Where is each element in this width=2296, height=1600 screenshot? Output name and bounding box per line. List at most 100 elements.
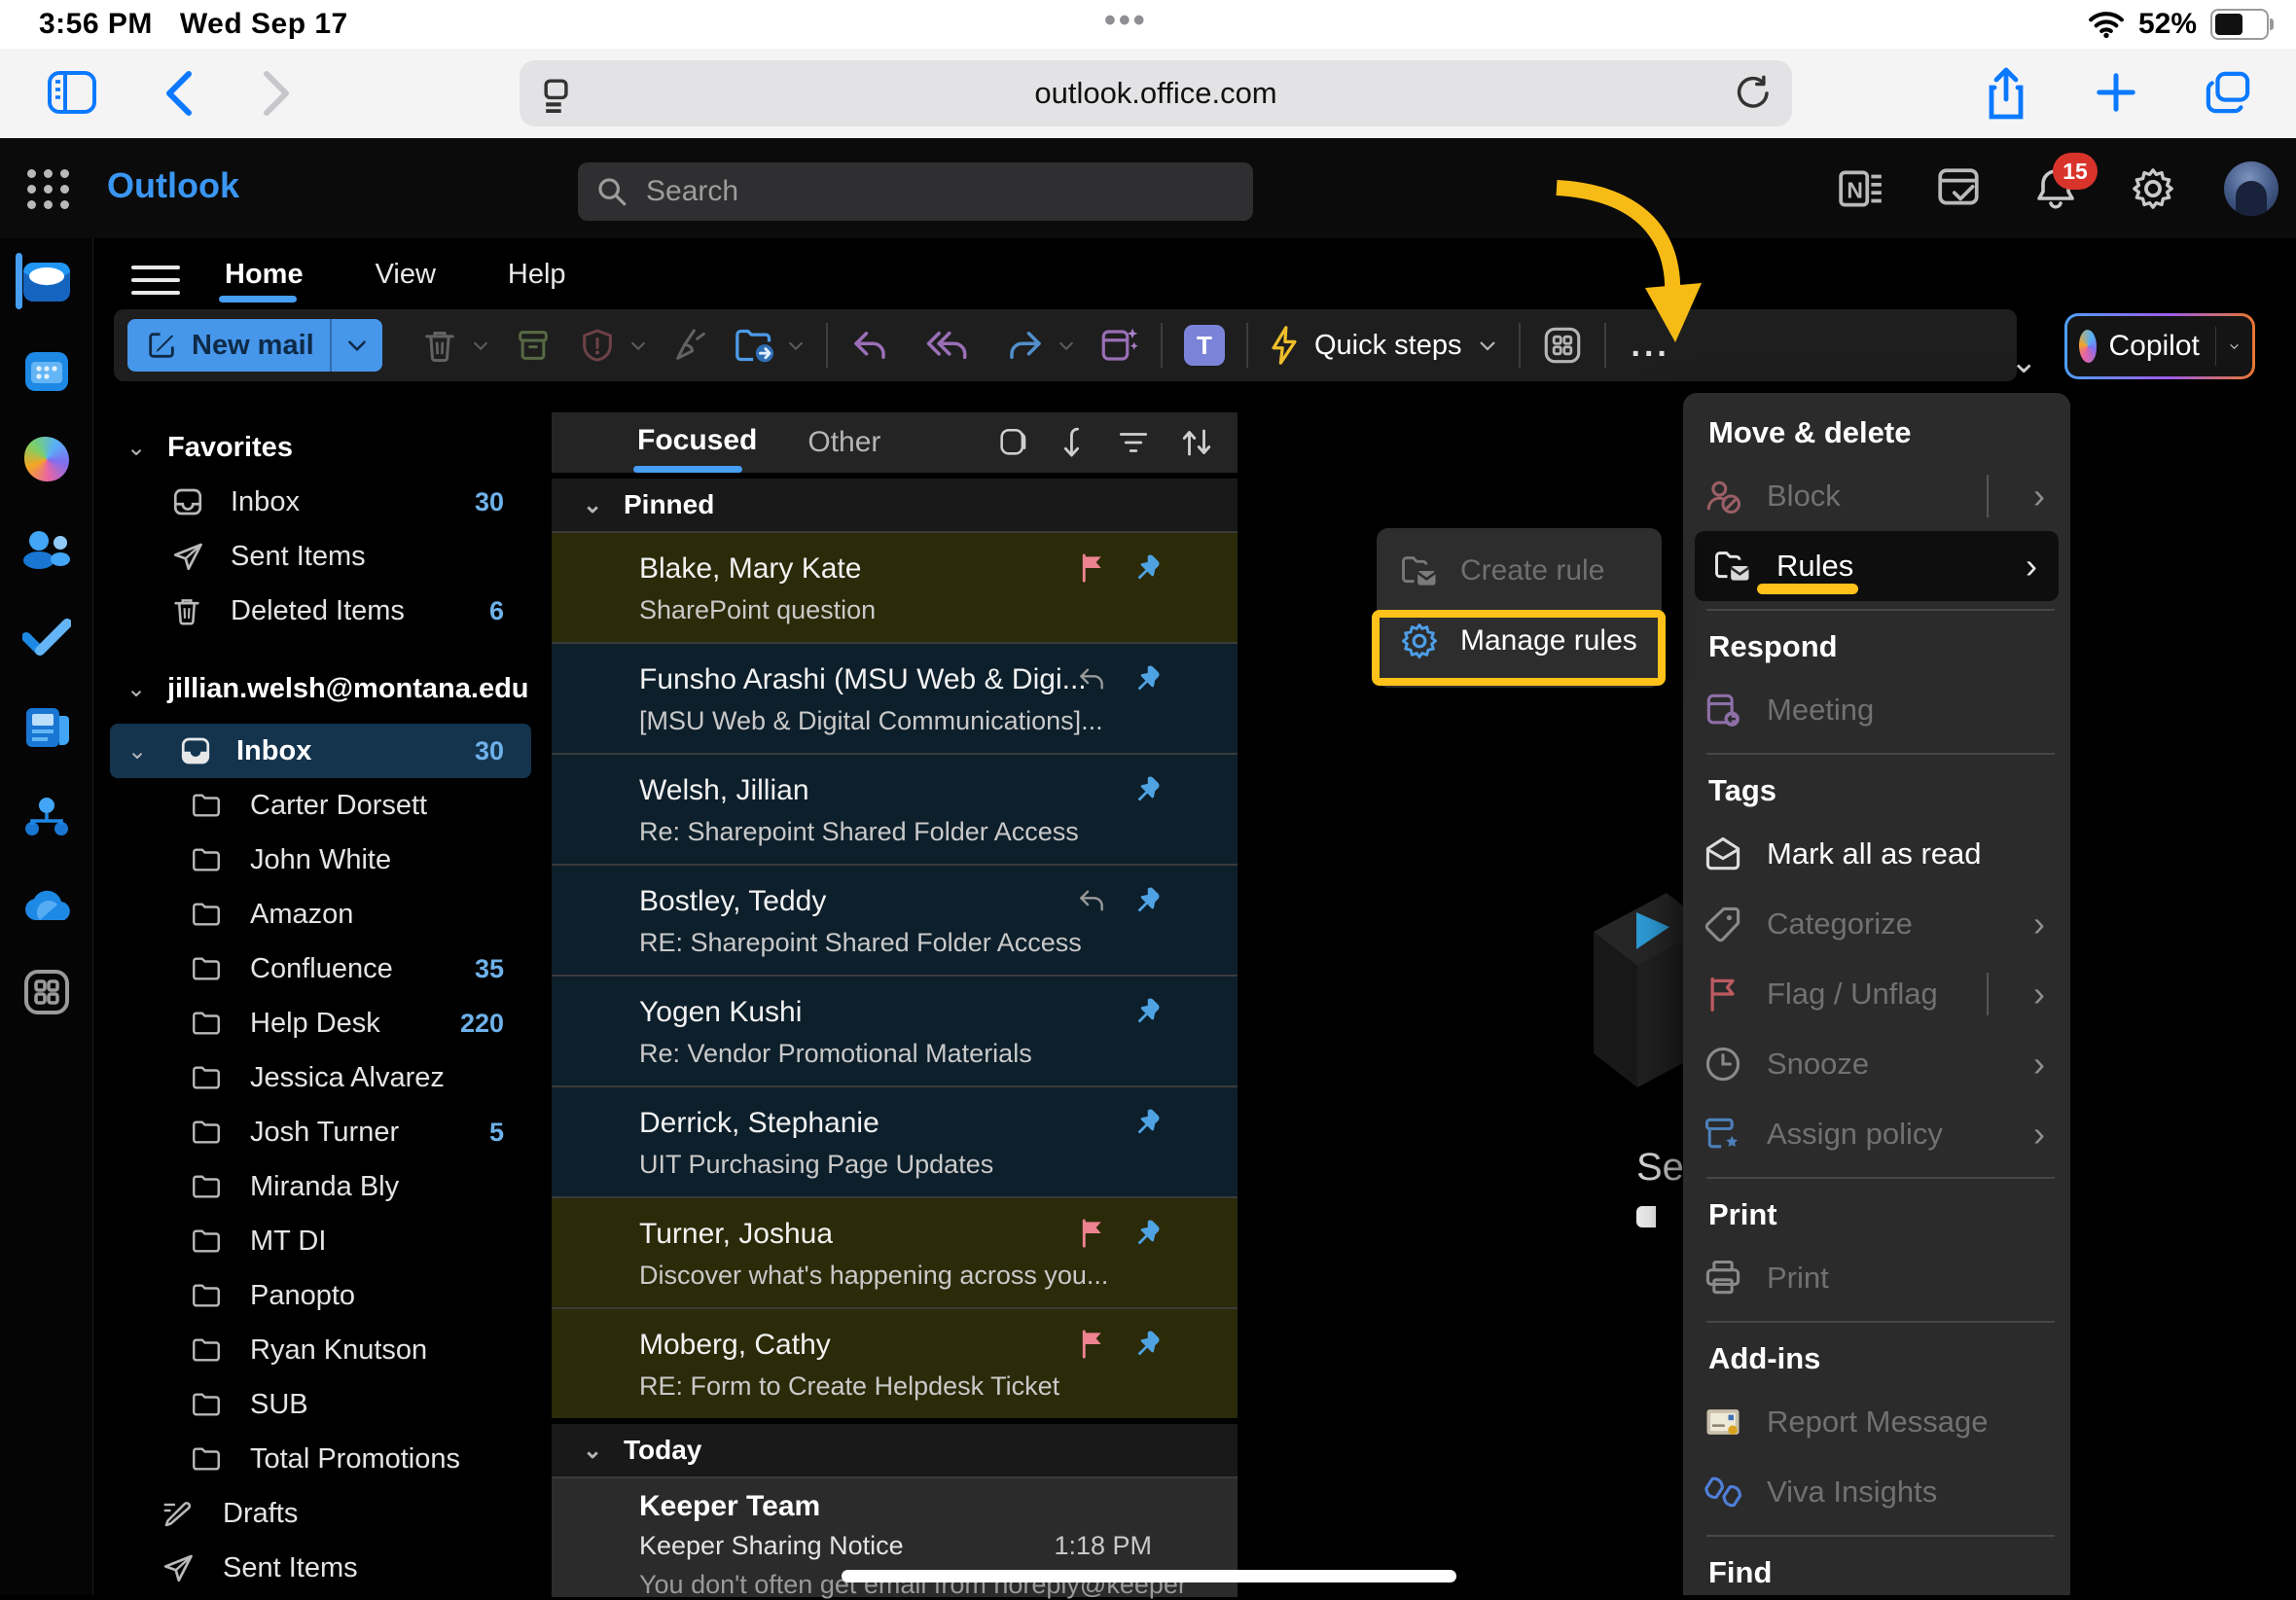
pin-icon[interactable]	[1130, 996, 1162, 1027]
account-header[interactable]: ⌄ jillian.welsh@montana.edu	[92, 661, 545, 716]
menu-item-print[interactable]: Print	[1683, 1243, 2070, 1313]
sidebar-folder[interactable]: SUB	[92, 1377, 545, 1432]
flag-icon[interactable]	[1078, 1218, 1107, 1249]
sidebar-item-drafts[interactable]: Drafts	[92, 1486, 545, 1541]
notes-icon[interactable]	[1932, 162, 1985, 215]
collapse-ribbon-chevron[interactable]: ⌄	[2010, 342, 2038, 381]
share-to-calendar-icon[interactable]	[1096, 323, 1141, 368]
sidebar-item-deleted-favorite[interactable]: Deleted Items 6	[92, 584, 545, 638]
email-row[interactable]: Derrick, Stephanie UIT Purchasing Page U…	[552, 1085, 1238, 1196]
page-settings-icon[interactable]	[541, 76, 578, 113]
menu-item-viva-insights[interactable]: Viva Insights	[1683, 1457, 2070, 1527]
onedrive-app-icon[interactable]	[0, 872, 92, 941]
hamburger-menu-icon[interactable]	[131, 257, 180, 303]
onenote-feed-icon[interactable]: N	[1835, 162, 1887, 215]
settings-gear-icon[interactable]	[2127, 162, 2179, 215]
report-button[interactable]	[575, 323, 620, 368]
calendar-app-icon[interactable]	[0, 338, 92, 406]
pin-icon[interactable]	[1130, 1329, 1162, 1360]
pin-icon[interactable]	[1130, 1218, 1162, 1249]
pin-icon[interactable]	[1130, 1107, 1162, 1138]
pin-icon[interactable]	[1130, 885, 1162, 916]
new-mail-dropdown[interactable]	[332, 333, 382, 358]
filter-icon[interactable]	[1117, 428, 1150, 457]
tab-view[interactable]: View	[368, 259, 444, 291]
copilot-app-icon[interactable]	[0, 425, 92, 493]
share-icon[interactable]	[1985, 66, 2027, 121]
menu-item-mark-all-read[interactable]: Mark all as read	[1683, 819, 2070, 889]
delete-button[interactable]	[417, 323, 462, 368]
email-row[interactable]: Funsho Arashi (MSU Web & Digi... [MSU We…	[552, 642, 1238, 753]
reply-button[interactable]	[847, 323, 892, 368]
menu-item-block[interactable]: Block ›	[1683, 461, 2070, 531]
select-messages-icon[interactable]	[996, 426, 1029, 459]
sidebar-item-sent[interactable]: Sent Items	[92, 1541, 545, 1595]
email-row[interactable]: Blake, Mary Kate SharePoint question	[552, 531, 1238, 642]
news-app-icon[interactable]	[0, 693, 92, 762]
search-bar[interactable]	[578, 162, 1253, 221]
sidebar-folder[interactable]: Ryan Knutson	[92, 1323, 545, 1377]
sort-direction-icon[interactable]	[1058, 426, 1088, 459]
archive-button[interactable]	[511, 323, 556, 368]
sidebar-item-inbox-favorite[interactable]: Inbox 30	[92, 475, 545, 529]
app-launcher-icon[interactable]	[27, 169, 70, 209]
back-button-icon[interactable]	[163, 70, 193, 117]
address-bar[interactable]: outlook.office.com	[520, 60, 1792, 126]
email-row[interactable]: Bostley, Teddy RE: Sharepoint Shared Fol…	[552, 864, 1238, 975]
sidebar-folder[interactable]: Panopto	[92, 1268, 545, 1323]
tab-other[interactable]: Other	[807, 426, 880, 458]
today-section-header[interactable]: ⌄ Today	[552, 1424, 1238, 1476]
copilot-button[interactable]: Copilot	[2064, 313, 2255, 379]
tab-help[interactable]: Help	[500, 259, 574, 291]
more-apps-icon[interactable]	[0, 958, 92, 1026]
pin-icon[interactable]	[1130, 663, 1162, 694]
sidebar-toggle-icon[interactable]	[47, 70, 97, 115]
notifications-bell-icon[interactable]: 15	[2029, 162, 2082, 215]
sidebar-folder[interactable]: Confluence35	[92, 942, 545, 996]
forward-dropdown[interactable]	[1056, 335, 1077, 356]
search-input[interactable]	[644, 174, 1173, 209]
forward-button[interactable]	[1003, 323, 1048, 368]
home-indicator[interactable]	[842, 1570, 1456, 1582]
todo-app-icon[interactable]	[0, 603, 92, 671]
multitasking-dots-icon[interactable]: •••	[1104, 2, 1148, 40]
menu-item-flag-unflag[interactable]: Flag / Unflag ›	[1683, 959, 2070, 1029]
more-options-button[interactable]: ...	[1632, 327, 1670, 365]
pinned-section-header[interactable]: ⌄ Pinned	[552, 479, 1238, 531]
pin-icon[interactable]	[1130, 774, 1162, 805]
sort-order-icon[interactable]	[1179, 426, 1214, 459]
sweep-button[interactable]	[668, 323, 713, 368]
sidebar-folder[interactable]: Help Desk220	[92, 996, 545, 1050]
sidebar-folder[interactable]: Total Promotions	[92, 1432, 545, 1486]
tab-focused[interactable]: Focused	[637, 424, 757, 456]
quick-steps-dropdown[interactable]	[1476, 334, 1499, 357]
menu-item-categorize[interactable]: Categorize ›	[1683, 889, 2070, 959]
menu-item-assign-policy[interactable]: Assign policy ›	[1683, 1099, 2070, 1169]
org-explorer-app-icon[interactable]	[0, 783, 92, 851]
new-mail-button[interactable]: New mail	[127, 319, 382, 372]
teams-share-icon[interactable]: T	[1182, 323, 1227, 368]
favorites-header[interactable]: ⌄ Favorites	[92, 420, 545, 475]
mail-app-icon[interactable]	[0, 248, 92, 316]
outlook-brand[interactable]: Outlook	[107, 165, 239, 206]
new-tab-icon[interactable]	[2094, 70, 2138, 115]
move-to-button[interactable]	[733, 323, 777, 368]
account-avatar[interactable]	[2224, 161, 2278, 216]
sidebar-folder[interactable]: Jessica Alvarez	[92, 1050, 545, 1105]
reload-icon[interactable]	[1734, 75, 1771, 112]
forward-button-icon[interactable]	[263, 70, 292, 117]
sidebar-folder[interactable]: John White	[92, 833, 545, 887]
submenu-item-create-rule[interactable]: Create rule	[1377, 536, 1662, 606]
sidebar-item-sent-favorite[interactable]: Sent Items	[92, 529, 545, 584]
report-dropdown[interactable]	[628, 335, 649, 356]
email-row[interactable]: Yogen Kushi Re: Vendor Promotional Mater…	[552, 975, 1238, 1085]
quick-steps-button[interactable]: Quick steps	[1268, 326, 1499, 365]
sidebar-item-inbox-selected[interactable]: ⌄ Inbox 30	[110, 724, 531, 778]
sidebar-folder[interactable]: MT DI	[92, 1214, 545, 1268]
flag-icon[interactable]	[1078, 1329, 1107, 1360]
delete-dropdown[interactable]	[470, 335, 491, 356]
sidebar-folder[interactable]: Carter Dorsett	[92, 778, 545, 833]
pin-icon[interactable]	[1130, 552, 1162, 584]
menu-item-rules[interactable]: Rules ›	[1695, 531, 2059, 601]
reply-all-button[interactable]	[925, 323, 970, 368]
